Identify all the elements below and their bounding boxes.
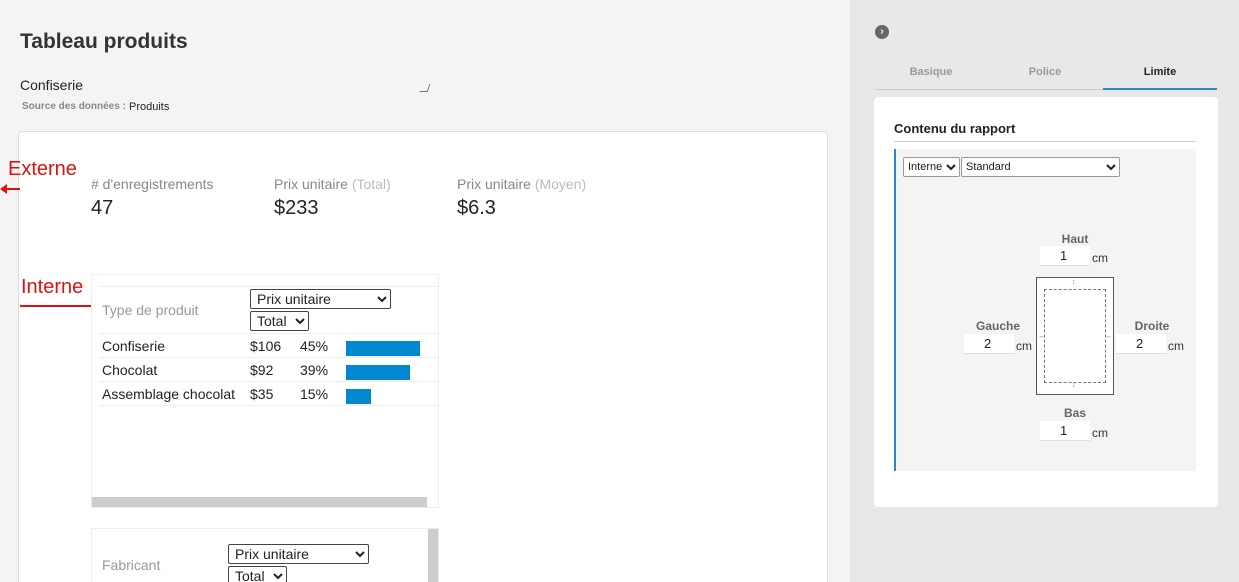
annotation-interne-arrow (20, 301, 98, 311)
chevron-right-icon[interactable]: › (875, 25, 889, 39)
left-margin-marker-icon: ↔ (1038, 333, 1045, 340)
aggregation-select[interactable]: Total (228, 566, 287, 582)
tab-police[interactable]: Police (988, 66, 1102, 88)
row-value: $92 (250, 362, 274, 378)
settings-panel: › Basique Police Limite Contenu du rappo… (850, 0, 1239, 582)
margin-top-label: Haut (1061, 232, 1089, 246)
kpi-label: Prix unitaire (457, 176, 531, 192)
unit-label: cm (1016, 339, 1032, 353)
report-editor: Tableau produits Source des données : Pr… (0, 0, 850, 582)
row-value: $35 (250, 386, 274, 402)
manufacturer-card: Fabricant Prix unitaire Total (91, 528, 439, 582)
margin-bottom-input[interactable] (1040, 421, 1090, 441)
row-percent: 15% (300, 386, 329, 402)
margin-top-input[interactable] (1040, 246, 1090, 266)
scope-select[interactable]: Interne (903, 157, 960, 177)
kpi-unit-price-average: Prix unitaire (Moyen) $6.3 (457, 176, 586, 220)
dimension-label: Type de produit (102, 302, 199, 318)
row-percent: 39% (300, 362, 329, 378)
margin-right-label: Droite (1134, 319, 1170, 333)
annotation-interne: Interne (21, 276, 84, 298)
margin-left-label: Gauche (975, 319, 1020, 333)
measure-select[interactable]: Prix unitaire (250, 289, 391, 309)
top-margin-marker-icon: ↕ (1072, 279, 1076, 286)
margin-left-input[interactable] (964, 334, 1014, 354)
annotation-externe: Externe (8, 158, 77, 180)
report-content-panel: Contenu du rapport Interne Standard Haut… (874, 97, 1218, 507)
kpi-value: $6.3 (457, 197, 496, 219)
kpi-label: Prix unitaire (274, 176, 348, 192)
kpi-label: # d'enregistrements (91, 176, 214, 192)
tab-limite[interactable]: Limite (1103, 66, 1217, 90)
kpi-value: $233 (274, 197, 319, 219)
margin-right-input[interactable] (1116, 334, 1166, 354)
unit-label: cm (1092, 251, 1108, 265)
tab-basique[interactable]: Basique (874, 66, 988, 88)
page-title: Tableau produits (20, 30, 188, 53)
horizontal-scrollbar[interactable] (92, 497, 427, 507)
panel-title: Contenu du rapport (894, 121, 1016, 136)
kpi-unit-price-total: Prix unitaire (Total) $233 (274, 176, 391, 220)
vertical-scrollbar[interactable] (428, 529, 438, 582)
unit-label: cm (1092, 426, 1108, 440)
share-bar (346, 365, 411, 380)
row-name: Assemblage chocolat (102, 386, 236, 402)
right-margin-marker-icon: ↔ (1105, 333, 1112, 340)
kpi-value: 47 (91, 197, 114, 219)
unit-label: cm (1168, 339, 1184, 353)
annotation-externe-arrow (0, 184, 20, 194)
row-name: Confiserie (102, 338, 166, 354)
product-type-card: Type de produit Prix unitaire Total Conf… (91, 274, 439, 508)
row-name: Chocolat (102, 362, 158, 378)
source-label: Source des données : (22, 101, 126, 112)
kpi-suffix: (Moyen) (534, 176, 587, 192)
row-value: $106 (250, 338, 282, 354)
kpi-record-count: # d'enregistrements 47 (91, 176, 214, 220)
bottom-margin-marker-icon: ↕ (1072, 382, 1076, 389)
source-value[interactable]: Produits (129, 101, 169, 113)
row-percent: 45% (300, 338, 329, 354)
content-area-preview (1044, 289, 1106, 383)
kpi-suffix: (Total) (351, 176, 391, 192)
measure-select[interactable]: Prix unitaire (228, 544, 369, 564)
share-bar (346, 341, 420, 356)
share-bar (346, 389, 371, 404)
subtitle-input[interactable] (20, 74, 430, 96)
margin-bottom-label: Bas (1063, 406, 1086, 420)
margin-editor: Interne Standard Haut cm Gauche cm Droit… (894, 149, 1196, 471)
style-select[interactable]: Standard (961, 157, 1120, 177)
aggregation-select[interactable]: Total (250, 311, 309, 331)
dimension-label: Fabricant (102, 557, 161, 573)
